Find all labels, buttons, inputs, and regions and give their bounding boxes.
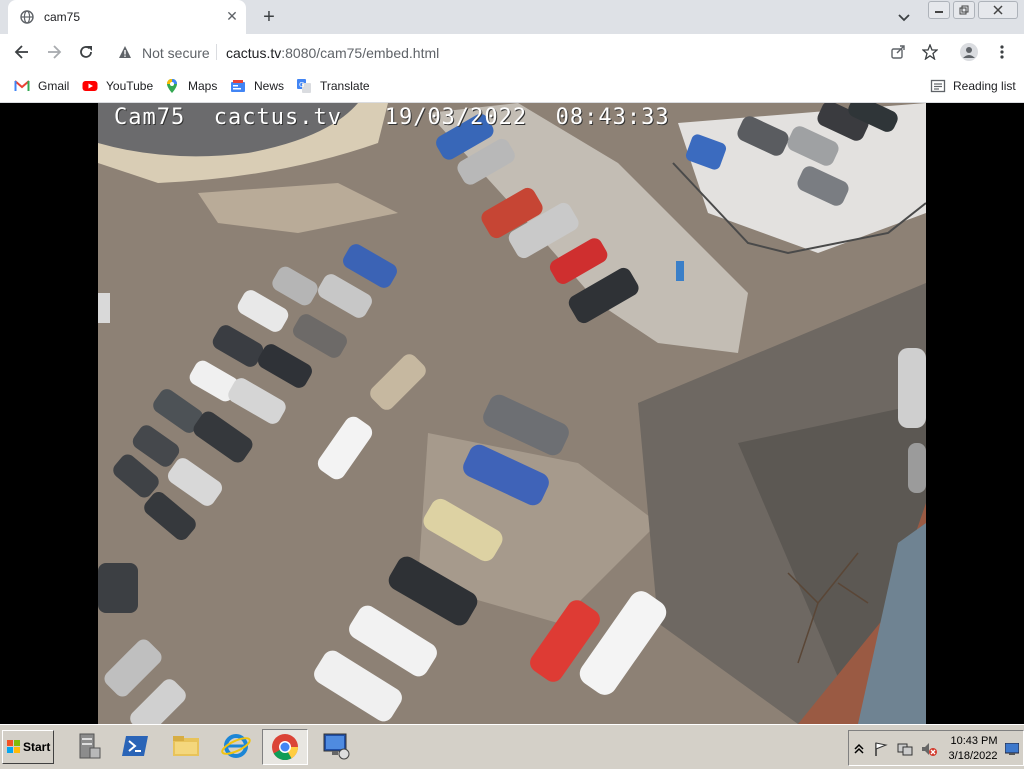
kebab-menu-icon (1000, 45, 1004, 59)
camera-overlay-text: Cam75 cactus.tv 19/03/2022 08:43:33 (114, 105, 670, 130)
restore-icon (959, 5, 969, 15)
remote-desktop-icon (323, 733, 350, 760)
camera-timestamp: 19/03/2022 08:43:33 (384, 105, 670, 130)
parking-lot-scene (98, 103, 926, 724)
powershell-icon (122, 736, 148, 756)
folder-icon (173, 736, 199, 756)
share-button[interactable] (886, 40, 910, 64)
star-icon (922, 44, 938, 60)
clock-date[interactable]: 3/18/2022 (947, 750, 999, 762)
minimize-button[interactable] (928, 1, 950, 19)
server-manager-icon (79, 733, 101, 759)
maps-icon (167, 79, 177, 93)
close-icon (993, 5, 1003, 15)
reload-button[interactable] (74, 40, 98, 64)
taskbar: Start 10:43 PM 3/18/2022 (0, 724, 1024, 769)
start-label: Start (23, 740, 51, 754)
powershell-taskbar-button[interactable] (114, 729, 158, 763)
globe-icon (20, 10, 34, 24)
new-tab-button[interactable]: + (258, 6, 280, 28)
youtube-icon (82, 81, 98, 91)
bookmark-label: News (254, 79, 285, 93)
bookmark-maps[interactable]: Maps (164, 77, 220, 95)
camera-name: Cam75 (114, 105, 186, 130)
security-status[interactable]: Not secure (142, 45, 210, 61)
url-text[interactable]: cactus.tv:8080/cam75/embed.html (226, 45, 439, 61)
warning-triangle-icon[interactable] (118, 45, 132, 59)
avatar-icon (960, 43, 978, 61)
bookmark-news[interactable]: News (230, 77, 286, 95)
reading-list-icon (930, 79, 946, 93)
tab-search-chevron-icon[interactable] (896, 9, 912, 25)
bookmark-gmail[interactable]: Gmail (14, 77, 74, 95)
start-button[interactable]: Start (2, 730, 54, 764)
bookmark-label: Translate (320, 79, 370, 93)
internet-explorer-taskbar-button[interactable] (214, 729, 258, 763)
address-divider (216, 44, 217, 60)
translate-icon: G (297, 79, 311, 93)
camera-stream[interactable]: Cam75 cactus.tv 19/03/2022 08:43:33 (98, 103, 926, 724)
system-tray: 10:43 PM 3/18/2022 (848, 730, 1024, 766)
profile-button[interactable] (957, 40, 981, 64)
tab-close-icon[interactable]: ✕ (224, 8, 240, 24)
svg-text:G: G (299, 81, 304, 89)
minimize-icon (935, 11, 943, 13)
show-hidden-icons-icon[interactable] (854, 743, 864, 755)
bookmark-label: Gmail (38, 79, 70, 93)
server-manager-taskbar-button[interactable] (66, 729, 110, 763)
bookmark-label: Maps (188, 79, 218, 93)
reload-icon (80, 46, 92, 58)
url-host: cactus.tv (226, 45, 282, 61)
tab-title: cam75 (44, 10, 81, 24)
menu-button[interactable] (990, 40, 1014, 64)
volume-muted-icon[interactable] (921, 741, 937, 757)
clock-time[interactable]: 10:43 PM (949, 735, 999, 747)
address-bar[interactable]: Not secure cactus.tv:8080/cam75/embed.ht… (110, 38, 950, 66)
url-path: :8080/cam75/embed.html (281, 45, 440, 61)
bookmarks-bar: Gmail YouTube Maps News G Translate Read… (0, 70, 1024, 103)
browser-tab[interactable]: cam75 ✕ (8, 0, 246, 34)
chrome-icon (272, 734, 299, 761)
reading-list-label: Reading list (953, 79, 1016, 93)
back-button[interactable] (10, 40, 34, 64)
browser-toolbar: Not secure cactus.tv:8080/cam75/embed.ht… (0, 34, 1024, 70)
show-desktop-icon[interactable] (1005, 743, 1019, 755)
network-icon[interactable] (897, 741, 913, 757)
forward-button[interactable] (42, 40, 66, 64)
bookmark-translate[interactable]: G Translate (296, 77, 370, 95)
remote-desktop-taskbar-button[interactable] (314, 729, 358, 763)
bookmark-youtube[interactable]: YouTube (82, 77, 154, 95)
explorer-taskbar-button[interactable] (164, 729, 208, 763)
internet-explorer-icon (221, 734, 251, 758)
windows-logo-icon (7, 740, 20, 753)
arrow-left-icon (14, 45, 28, 59)
restore-button[interactable] (953, 1, 975, 19)
chrome-taskbar-button[interactable] (262, 729, 308, 765)
camera-site: cactus.tv (213, 105, 342, 130)
news-icon (231, 80, 245, 92)
bookmark-label: YouTube (106, 79, 154, 93)
close-window-button[interactable] (978, 1, 1018, 19)
gmail-icon (14, 80, 30, 91)
arrow-right-icon (48, 45, 62, 59)
share-icon (891, 45, 905, 59)
page-content: Cam75 cactus.tv 19/03/2022 08:43:33 (0, 103, 1024, 724)
action-center-flag-icon[interactable] (873, 741, 889, 757)
tab-strip: cam75 ✕ + (0, 0, 1024, 34)
bookmark-star-button[interactable] (918, 40, 942, 64)
